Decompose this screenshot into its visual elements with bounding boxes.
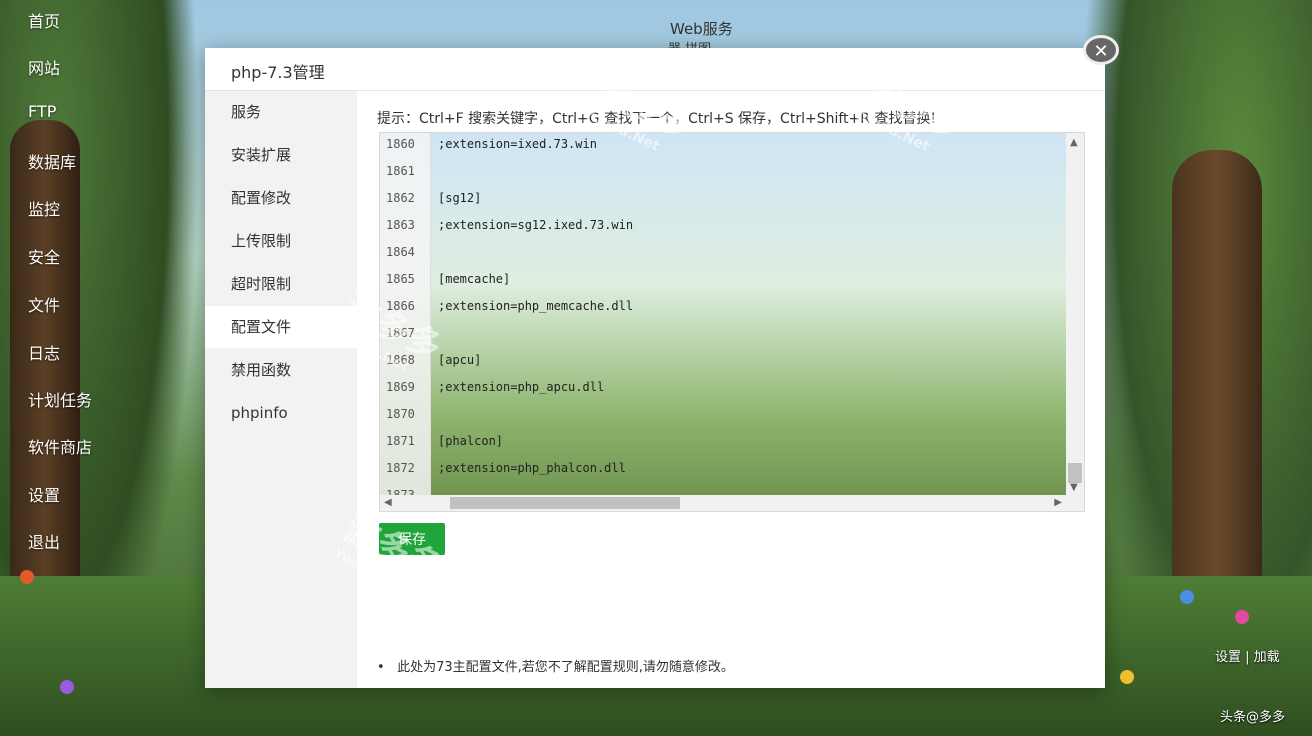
nav-item-logs[interactable]: 日志 [28, 340, 60, 364]
vertical-scroll-thumb[interactable] [1068, 463, 1082, 483]
tree-trunk-right [1172, 150, 1262, 670]
code-text: ;extension=php_apcu.dll [438, 380, 605, 394]
nav-item-store[interactable]: 软件商店 [28, 434, 92, 458]
dialog-title: php-7.3管理 [231, 63, 325, 82]
flower [1120, 670, 1134, 684]
menu-item-service[interactable]: 服务 [205, 91, 357, 133]
code-text: [memcache] [438, 272, 511, 286]
vertical-scrollbar[interactable]: ▲ ▼ [1066, 133, 1084, 511]
dialog-side-menu: 服务 安装扩展 配置修改 上传限制 超时限制 配置文件 禁用函数 phpinfo [205, 91, 357, 688]
code-text: [sg12] [438, 191, 482, 205]
code-line[interactable]: 1863 ;extension=sg12.ixed.73.win [380, 218, 1030, 245]
menu-item-timeout-limit[interactable]: 超时限制 [205, 263, 357, 305]
close-icon[interactable]: ✕ [1083, 35, 1119, 65]
line-number: 1869 [386, 380, 415, 394]
config-note: • 此处为73主配置文件,若您不了解配置规则,请勿随意修改。 [377, 660, 734, 675]
nav-item-website[interactable]: 网站 [28, 55, 60, 79]
line-number: 1863 [386, 218, 415, 232]
nav-item-files[interactable]: 文件 [28, 292, 60, 316]
code-line[interactable]: 1860 ;extension=ixed.73.win [380, 137, 1030, 164]
tree-right [1082, 0, 1312, 736]
menu-item-install-extension[interactable]: 安装扩展 [205, 134, 357, 176]
config-editor[interactable]: 1860 ;extension=ixed.73.win 1861 1862 [sg12]… [379, 132, 1085, 512]
nav-item-settings[interactable]: 设置 [28, 482, 60, 506]
menu-item-upload-limit[interactable]: 上传限制 [205, 220, 357, 262]
code-text: [apcu] [438, 353, 482, 367]
scroll-left-icon[interactable]: ◀ [384, 497, 392, 508]
line-number: 1870 [386, 407, 415, 421]
dialog-title-bar: php-7.3管理 [205, 48, 1105, 91]
menu-item-phpinfo[interactable]: phpinfo [205, 392, 357, 434]
line-number: 1864 [386, 245, 415, 259]
scroll-up-icon[interactable]: ▲ [1070, 137, 1078, 148]
flower [1180, 590, 1194, 604]
php-manage-dialog: php-7.3管理 服务 安装扩展 配置修改 上传限制 超时限制 配置文件 禁用… [205, 48, 1105, 688]
line-number: 1871 [386, 434, 415, 448]
code-line[interactable]: 1864 [380, 245, 1030, 272]
code-line[interactable]: 1861 [380, 164, 1030, 191]
flower [20, 570, 34, 584]
corner-links: 设置 | 加载 [1215, 650, 1280, 665]
nav-item-logout[interactable]: 退出 [28, 529, 60, 553]
code-text: ;extension=sg12.ixed.73.win [438, 218, 634, 232]
scroll-down-icon[interactable]: ▼ [1070, 482, 1078, 493]
horizontal-scrollbar[interactable]: ◀ ▶ [380, 495, 1084, 511]
line-number: 1865 [386, 272, 415, 286]
header-title: Web服务 [670, 20, 733, 38]
code-line[interactable]: 1870 [380, 407, 1030, 434]
line-number: 1860 [386, 137, 415, 151]
line-number: 1861 [386, 164, 415, 178]
code-line[interactable]: 1872 ;extension=php_phalcon.dll [380, 461, 1030, 488]
menu-item-disabled-functions[interactable]: 禁用函数 [205, 349, 357, 391]
nav-item-monitor[interactable]: 监控 [28, 196, 60, 220]
menu-item-config-file[interactable]: 配置文件 [205, 306, 357, 348]
code-line[interactable]: 1865 [memcache] [380, 272, 1030, 299]
code-line[interactable]: 1866 ;extension=php_memcache.dll [380, 299, 1030, 326]
line-number: 1862 [386, 191, 415, 205]
horizontal-scroll-thumb[interactable] [450, 497, 680, 509]
code-line[interactable]: 1871 [phalcon] [380, 434, 1030, 461]
code-text: ;extension=php_phalcon.dll [438, 461, 626, 475]
code-line[interactable]: 1869 ;extension=php_apcu.dll [380, 380, 1030, 407]
nav-item-security[interactable]: 安全 [28, 244, 60, 268]
code-text: ;extension=php_memcache.dll [438, 299, 634, 313]
corner-credit: 头条@多多 [1220, 710, 1286, 725]
code-text: [phalcon] [438, 434, 504, 448]
code-line[interactable]: 1868 [apcu] [380, 353, 1030, 380]
scroll-right-icon[interactable]: ▶ [1054, 497, 1062, 508]
flower [1235, 610, 1249, 624]
line-number: 1868 [386, 353, 415, 367]
menu-item-config-edit[interactable]: 配置修改 [205, 177, 357, 219]
flower [60, 680, 74, 694]
nav-item-cron[interactable]: 计划任务 [28, 387, 92, 411]
line-number: 1866 [386, 299, 415, 313]
nav-item-database[interactable]: 数据库 [28, 149, 76, 173]
line-number: 1867 [386, 326, 415, 340]
nav-item-ftp[interactable]: FTP [28, 102, 56, 121]
nav-item-home[interactable]: 首页 [28, 8, 60, 32]
config-note-text: 此处为73主配置文件,若您不了解配置规则,请勿随意修改。 [397, 660, 734, 675]
editor-hint: 提示：Ctrl+F 搜索关键字，Ctrl+G 查找下一个，Ctrl+S 保存，C… [377, 111, 937, 127]
line-number: 1872 [386, 461, 415, 475]
code-text: ;extension=ixed.73.win [438, 137, 597, 151]
save-button[interactable]: 保存 [379, 523, 445, 555]
code-line[interactable]: 1867 [380, 326, 1030, 353]
code-line[interactable]: 1862 [sg12] [380, 191, 1030, 218]
